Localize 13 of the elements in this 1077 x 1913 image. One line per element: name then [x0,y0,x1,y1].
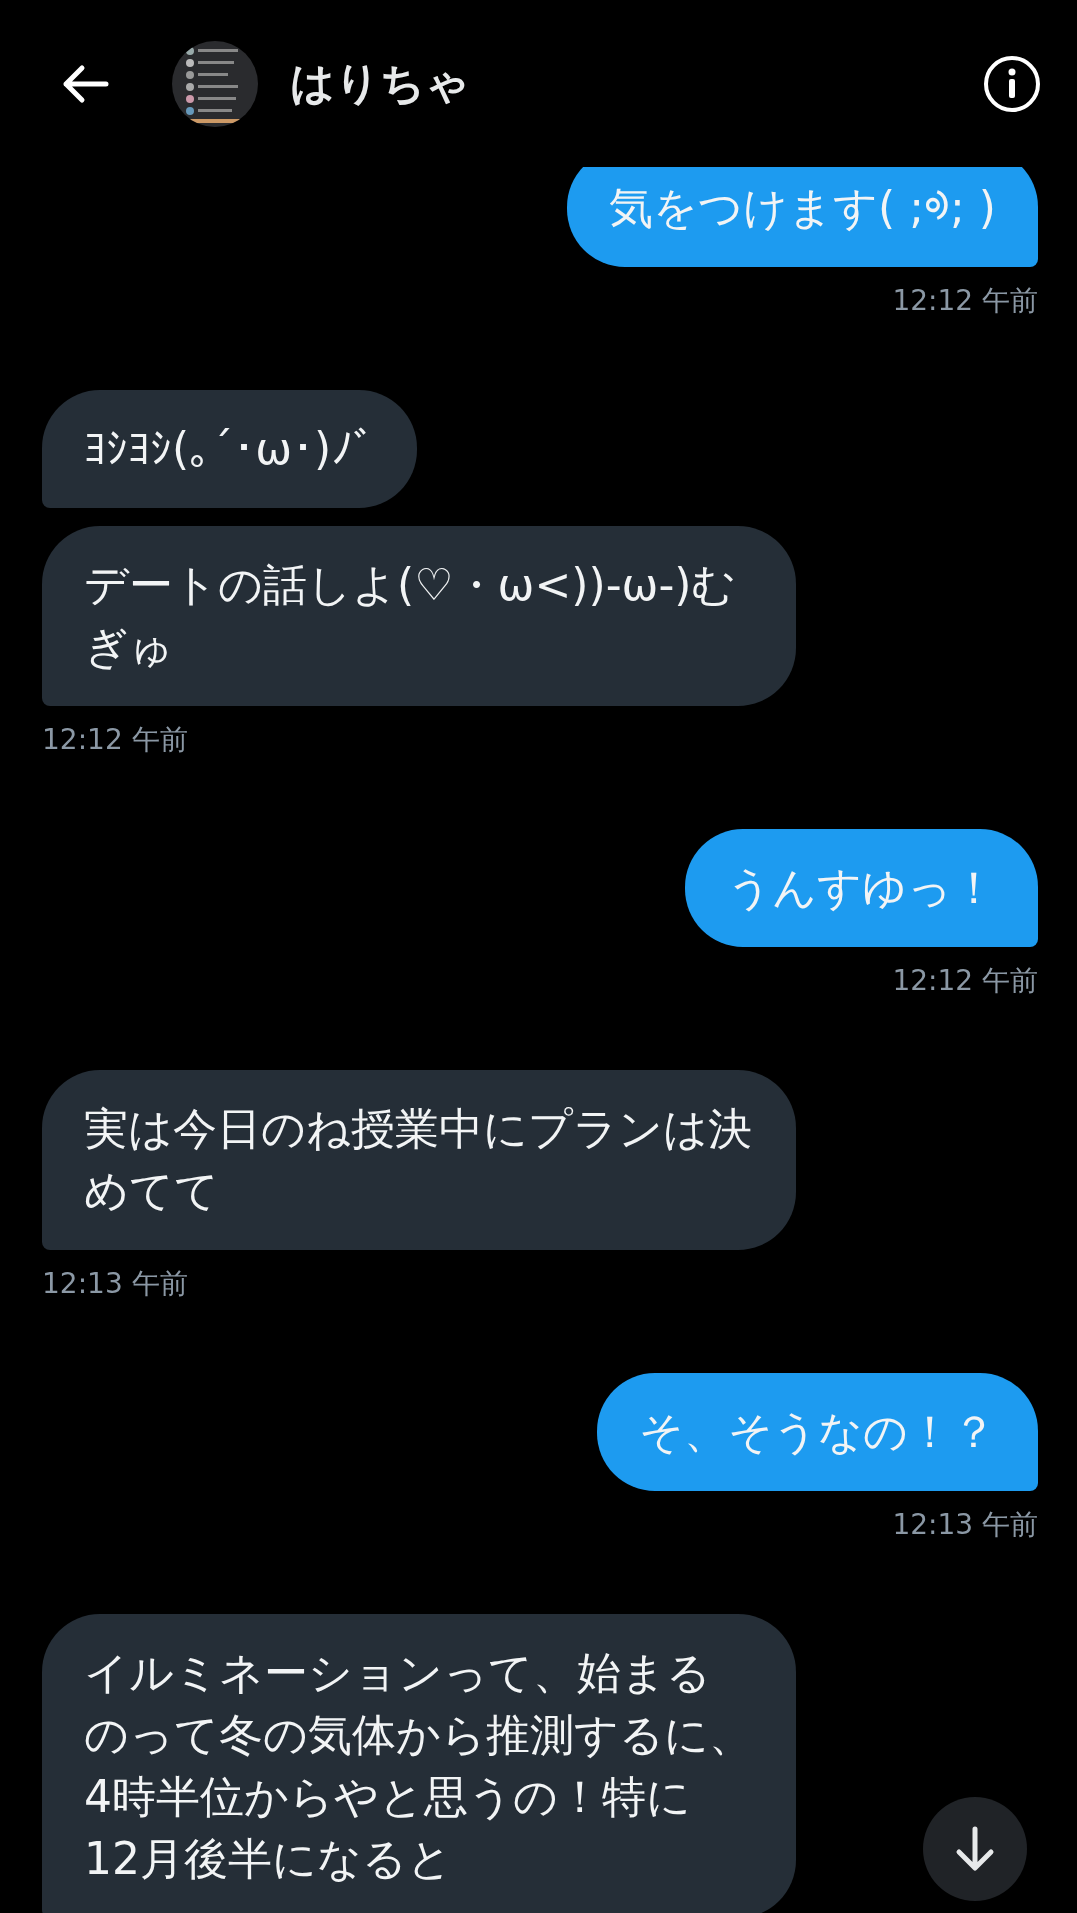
info-icon[interactable] [983,54,1041,113]
sent-message: そ、そうなの！？ [597,1373,1038,1491]
message-time: 12:12 午前 [42,722,188,758]
contact-name: はりちゃ [290,56,471,110]
sent-message: うんすゆっ！ [685,829,1038,947]
received-message: デートの話しよ(♡・ω<))-ω-)むぎゅ [42,526,796,706]
received-message: ﾖｼﾖｼ(｡´･ω･)ﾉﾞ [42,390,418,508]
received-message: イルミネーションって、始まるのって冬の気体から推測するに、4時半位からやと思うの！特に12月後半になると [42,1614,796,1913]
received-message: 実は今日のね授業中にプランは決めてて [42,1070,796,1250]
message-time: 12:13 午前 [42,1266,188,1302]
message-time: 12:13 午前 [892,1507,1038,1543]
message-time: 12:12 午前 [892,283,1038,319]
message-time: 12:12 午前 [892,963,1038,999]
